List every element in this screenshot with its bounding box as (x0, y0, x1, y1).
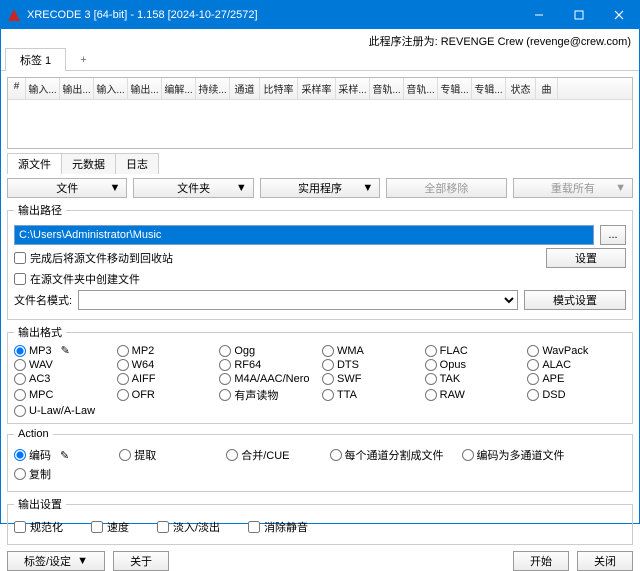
format-dsd[interactable]: DSD (527, 387, 626, 403)
column-header[interactable]: 输入... (26, 78, 60, 99)
format-wma[interactable]: WMA (322, 344, 421, 357)
format-dts[interactable]: DTS (322, 359, 421, 371)
silence-checkbox[interactable]: 消除静音 (248, 519, 308, 535)
recycle-checkbox[interactable]: 完成后将源文件移动到回收站 (14, 250, 173, 266)
column-header[interactable]: # (8, 78, 26, 99)
column-header[interactable]: 专辑... (472, 78, 506, 99)
format-tak[interactable]: TAK (425, 373, 524, 385)
format-flac[interactable]: FLAC (425, 344, 524, 357)
column-header[interactable]: 音轨... (370, 78, 404, 99)
column-header[interactable]: 持续... (196, 78, 230, 99)
action-extract[interactable]: 提取 (119, 447, 156, 463)
format-audiobook[interactable]: 有声读物 (219, 387, 318, 403)
action-legend: Action (14, 428, 53, 440)
start-button[interactable]: 开始 (513, 551, 569, 571)
output-path-legend: 输出路径 (14, 202, 66, 218)
minimize-button[interactable] (519, 1, 559, 29)
format-m4a[interactable]: M4A/AAC/Nero (219, 373, 318, 385)
output-settings-legend: 输出设置 (14, 496, 66, 512)
column-header[interactable]: 输出... (60, 78, 94, 99)
speed-checkbox[interactable]: 速度 (91, 519, 129, 535)
app-logo-icon (7, 8, 21, 22)
format-ulaw[interactable]: U-Law/A-Law (14, 405, 113, 417)
window-title: XRECODE 3 [64-bit] - 1.158 [2024-10-27/2… (27, 9, 519, 21)
close-app-button[interactable]: 关闭 (577, 551, 633, 571)
fade-checkbox[interactable]: 淡入/淡出 (157, 519, 220, 535)
column-header[interactable]: 编解... (162, 78, 196, 99)
column-header[interactable]: 曲 (536, 78, 558, 99)
pattern-settings-button[interactable]: 模式设置 (524, 290, 626, 310)
action-encode[interactable]: 编码✎ (14, 447, 69, 463)
pattern-label: 文件名模式: (14, 292, 72, 308)
column-header[interactable]: 输入... (94, 78, 128, 99)
format-ac3[interactable]: AC3 (14, 373, 113, 385)
action-group: Action 编码✎ 提取 合并/CUE 每个通道分割成文件 编码为多通道文件 … (7, 428, 633, 492)
column-header[interactable]: 输出... (128, 78, 162, 99)
tab-log[interactable]: 日志 (115, 153, 159, 174)
file-dropdown[interactable]: 文件▼ (7, 178, 127, 198)
remove-all-button[interactable]: 全部移除 (386, 178, 506, 198)
column-header[interactable]: 采样... (336, 78, 370, 99)
tab-label-1[interactable]: 标签 1 (5, 48, 66, 71)
chevron-down-icon: ▼ (615, 182, 626, 194)
format-ogg[interactable]: Ogg (219, 344, 318, 357)
chevron-down-icon: ▼ (362, 182, 373, 194)
pattern-combo[interactable] (78, 290, 518, 310)
output-settings-group: 输出设置 规范化 速度 淡入/淡出 消除静音 (7, 496, 633, 545)
column-header[interactable]: 通道 (230, 78, 260, 99)
action-multichan[interactable]: 编码为多通道文件 (462, 447, 565, 463)
output-format-group: 输出格式 MP3✎ MP2Ogg WMA FLACWavPack WAV W64RF64 D… (7, 324, 633, 424)
chevron-down-icon: ▼ (236, 182, 247, 194)
folder-dropdown[interactable]: 文件夹▼ (133, 178, 253, 198)
format-wavpack[interactable]: WavPack (527, 344, 626, 357)
format-swf[interactable]: SWF (322, 373, 421, 385)
createdir-checkbox[interactable]: 在源文件夹中创建文件 (14, 271, 140, 287)
column-header[interactable]: 专辑... (438, 78, 472, 99)
format-rf64[interactable]: RF64 (219, 359, 318, 371)
format-aiff[interactable]: AIFF (117, 373, 216, 385)
format-w64[interactable]: W64 (117, 359, 216, 371)
output-path-input[interactable] (14, 225, 594, 245)
gear-icon[interactable]: ✎ (60, 449, 69, 462)
output-path-group: 输出路径 ... 完成后将源文件移动到回收站 设置 在源文件夹中创建文件 文件名… (7, 202, 633, 320)
chevron-down-icon: ▼ (110, 182, 121, 194)
reset-all-dropdown[interactable]: 重载所有▼ (513, 178, 633, 198)
action-merge[interactable]: 合并/CUE (226, 447, 289, 463)
format-wav[interactable]: WAV (14, 359, 113, 371)
normalize-checkbox[interactable]: 规范化 (14, 519, 63, 535)
action-split[interactable]: 每个通道分割成文件 (330, 447, 444, 463)
format-opus[interactable]: Opus (425, 359, 524, 371)
format-mp2[interactable]: MP2 (117, 344, 216, 357)
column-header[interactable]: 采样率 (298, 78, 336, 99)
about-button[interactable]: 关于 (113, 551, 169, 571)
action-copy[interactable]: 复制 (14, 466, 51, 482)
format-alac[interactable]: ALAC (527, 359, 626, 371)
settings-button[interactable]: 设置 (546, 248, 626, 268)
column-header[interactable]: 状态 (506, 78, 536, 99)
browse-button[interactable]: ... (600, 225, 626, 245)
tab-metadata[interactable]: 元数据 (61, 153, 116, 174)
registration-text: 此程序注册为: REVENGE Crew (revenge@crew.com) (1, 29, 639, 49)
format-ape[interactable]: APE (527, 373, 626, 385)
gear-icon[interactable]: ✎ (61, 344, 70, 357)
column-header[interactable]: 比特率 (260, 78, 298, 99)
maximize-button[interactable] (559, 1, 599, 29)
format-ofr[interactable]: OFR (117, 387, 216, 403)
close-button[interactable] (599, 1, 639, 29)
column-header[interactable]: 音轨... (404, 78, 438, 99)
add-tab-button[interactable]: + (70, 51, 96, 69)
utility-dropdown[interactable]: 实用程序▼ (260, 178, 380, 198)
file-grid[interactable]: #输入...输出...输入...输出...编解...持续...通道比特率采样率采… (7, 77, 633, 149)
tags-settings-dropdown[interactable]: 标签/设定 ▼ (7, 551, 105, 571)
format-mpc[interactable]: MPC (14, 387, 113, 403)
output-format-legend: 输出格式 (14, 324, 66, 340)
format-tta[interactable]: TTA (322, 387, 421, 403)
tab-source[interactable]: 源文件 (7, 153, 62, 174)
format-raw[interactable]: RAW (425, 387, 524, 403)
format-mp3[interactable]: MP3✎ (14, 344, 113, 357)
